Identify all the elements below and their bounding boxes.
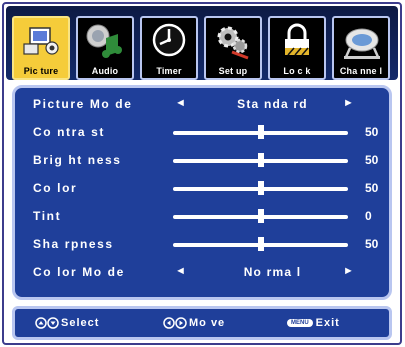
tab-audio[interactable]: Audio bbox=[76, 16, 134, 80]
slider-thumb[interactable] bbox=[257, 209, 264, 223]
lock-icon bbox=[285, 23, 309, 56]
setup-icon bbox=[217, 26, 249, 60]
setting-label: Sha rpness bbox=[33, 237, 114, 251]
setting-label: Brig ht ness bbox=[33, 153, 122, 167]
up-down-buttons-icon bbox=[35, 317, 59, 329]
setting-brightness[interactable]: Brig ht ness 50 bbox=[25, 148, 379, 174]
timer-icon bbox=[152, 23, 186, 57]
tab-label: Cha nne l bbox=[339, 66, 383, 76]
setting-color-mode[interactable]: Co lor Mo de ◄ No rma l ► bbox=[25, 260, 379, 286]
setting-label: Picture Mo de bbox=[33, 97, 133, 111]
picture-icon bbox=[23, 27, 59, 55]
arrow-right-icon[interactable]: ► bbox=[343, 265, 354, 277]
select-label: Select bbox=[61, 317, 100, 329]
tab-picture[interactable]: Pic ture bbox=[12, 16, 70, 80]
setting-value: 50 bbox=[365, 153, 379, 167]
slider-thumb[interactable] bbox=[257, 237, 264, 251]
setting-value: 50 bbox=[365, 125, 379, 139]
tab-label: Set up bbox=[218, 66, 248, 76]
tab-label: Lo c k bbox=[283, 66, 311, 76]
key-hint-bar: Select Mo ve MENU Exit bbox=[12, 306, 392, 340]
exit-label: Exit bbox=[315, 317, 340, 329]
tab-label: Timer bbox=[156, 66, 182, 76]
menu-button-icon: MENU bbox=[287, 319, 313, 328]
setting-label: Tint bbox=[33, 209, 62, 223]
menu-tab-bar: Pic ture Audio Timer Set up Lo c k Cha n… bbox=[6, 6, 398, 80]
setting-label: Co ntra st bbox=[33, 125, 106, 139]
setting-tint[interactable]: Tint 0 bbox=[25, 204, 379, 230]
tab-setup[interactable]: Set up bbox=[204, 16, 262, 80]
tab-timer[interactable]: Timer bbox=[140, 16, 198, 80]
slider-thumb[interactable] bbox=[257, 181, 264, 195]
hint-move: Mo ve bbox=[163, 317, 225, 329]
channel-icon bbox=[344, 28, 380, 59]
setting-value: 50 bbox=[365, 237, 379, 251]
picture-settings-panel: Picture Mo de ◄ Sta nda rd ► Co ntra st … bbox=[12, 85, 392, 300]
audio-icon bbox=[86, 24, 122, 58]
setting-sharpness[interactable]: Sha rpness 50 bbox=[25, 232, 379, 258]
arrow-right-icon[interactable]: ► bbox=[343, 97, 354, 109]
setting-option-value: Sta nda rd bbox=[237, 97, 308, 111]
setting-label: Co lor bbox=[33, 181, 78, 195]
tab-label: Audio bbox=[91, 66, 119, 76]
setting-contrast[interactable]: Co ntra st 50 bbox=[25, 120, 379, 146]
hint-exit: MENU Exit bbox=[287, 317, 340, 329]
setting-label: Co lor Mo de bbox=[33, 265, 125, 279]
tab-lock[interactable]: Lo c k bbox=[268, 16, 326, 80]
setting-color[interactable]: Co lor 50 bbox=[25, 176, 379, 202]
tab-label: Pic ture bbox=[23, 66, 59, 76]
slider-thumb[interactable] bbox=[257, 153, 264, 167]
slider-thumb[interactable] bbox=[257, 125, 264, 139]
setting-value: 0 bbox=[365, 209, 372, 223]
hint-select: Select bbox=[35, 317, 99, 329]
tab-channel[interactable]: Cha nne l bbox=[332, 16, 390, 80]
move-label: Mo ve bbox=[189, 317, 226, 329]
setting-value: 50 bbox=[365, 181, 379, 195]
setting-option-value: No rma l bbox=[243, 265, 302, 279]
left-right-buttons-icon bbox=[163, 317, 187, 329]
setting-picture-mode[interactable]: Picture Mo de ◄ Sta nda rd ► bbox=[25, 92, 379, 118]
tv-osd-menu: Pic ture Audio Timer Set up Lo c k Cha n… bbox=[0, 0, 405, 347]
